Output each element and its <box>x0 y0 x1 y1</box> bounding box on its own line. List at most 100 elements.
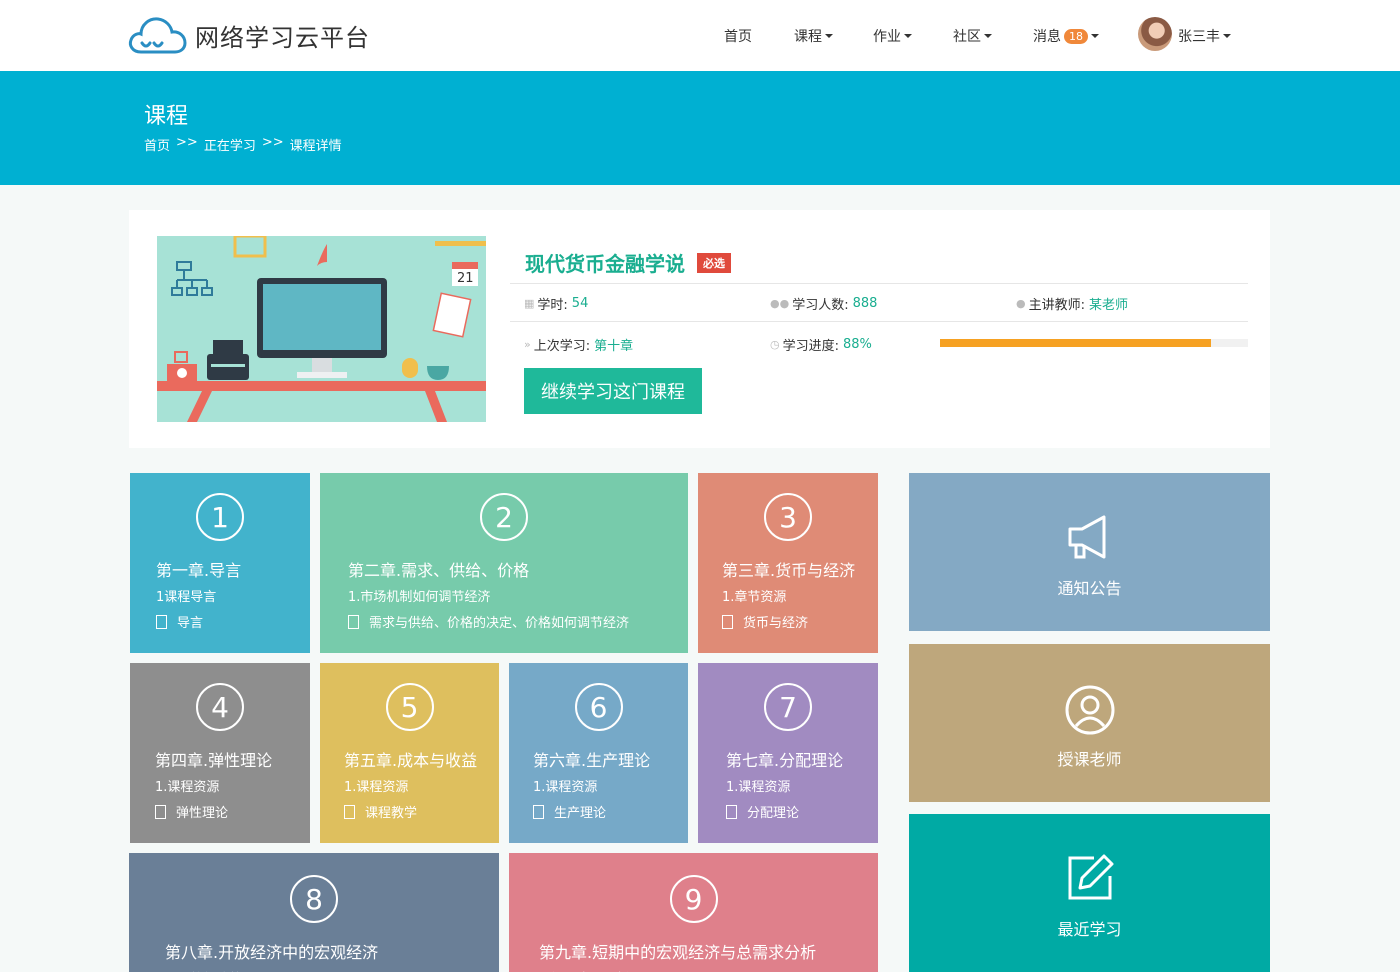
nav-courses-label: 课程 <box>794 29 822 45</box>
chapter-section-link[interactable]: 1.课程资源 <box>155 776 219 795</box>
chapter-section-link[interactable]: 1.课程资源 <box>344 776 408 795</box>
teachers-label: 授课老师 <box>1057 750 1122 769</box>
chapter-number: 5 <box>385 683 434 731</box>
chapter-section-link[interactable]: 1.开放经济简述 <box>165 968 255 972</box>
chapter-title: 第五章.成本与收益 <box>344 751 478 770</box>
chapter-resource-link[interactable]: 分配理论 <box>726 802 799 821</box>
divider <box>510 283 1248 284</box>
course-hours-label: 学时: <box>537 298 568 313</box>
main-nav: 首页 课程 作业 社区 消息 18 张三丰 <box>0 0 1400 71</box>
divider <box>510 321 1248 322</box>
chapter-section-link[interactable]: 1.课程资源 <box>533 776 597 795</box>
course-students-label: 学习人数: <box>792 298 849 313</box>
chapter-tile-9[interactable]: 9 第九章.短期中的宏观经济与总需求分析 1.短期宏观分析 <box>509 853 878 972</box>
chapter-section-link[interactable]: 1课程导言 <box>156 586 216 605</box>
breadcrumb: 首页 >> 正在学习 >> 课程详情 <box>144 135 348 154</box>
chapter-tile-1[interactable]: 1 第一章.导言 1课程导言导言 <box>130 473 310 653</box>
teachers-tile[interactable]: 授课老师 <box>909 644 1270 802</box>
course-students: ●● 学习人数: 888 <box>770 294 877 313</box>
clock-icon: ◷ <box>770 338 780 351</box>
course-hours: ▦ 学时: 54 <box>524 294 588 313</box>
notice-tile[interactable]: 通知公告 <box>909 473 1270 631</box>
course-cover-image: 21 <box>157 236 486 422</box>
calendar-day-text: 21 <box>457 271 474 286</box>
chapter-tile-5[interactable]: 5 第五章.成本与收益 1.课程资源课程教学 <box>320 663 499 843</box>
course-students-value: 888 <box>852 296 878 311</box>
nav-courses[interactable]: 课程 <box>794 26 833 46</box>
nav-messages[interactable]: 消息 18 <box>1033 26 1099 46</box>
chapter-resource-link[interactable]: 导言 <box>156 612 203 631</box>
chapter-title: 第七章.分配理论 <box>726 751 844 770</box>
study-progress: ◷ 学习进度: 88% <box>770 335 872 354</box>
study-progress-label: 学习进度: <box>782 339 839 354</box>
caret-down-icon <box>984 34 992 38</box>
chapter-resource-label: 课程教学 <box>365 806 418 821</box>
caret-down-icon <box>1091 34 1099 38</box>
last-studied-link[interactable]: 第十章 <box>594 335 633 354</box>
breadcrumb-separator: >> <box>261 135 284 150</box>
continue-learning-button[interactable]: 继续学习这门课程 <box>524 368 702 414</box>
calendar-icon: ▦ <box>524 297 535 310</box>
chapter-title: 第一章.导言 <box>156 561 242 580</box>
chapter-number: 8 <box>290 875 338 923</box>
progress-bar-fill <box>940 339 1212 347</box>
user-name: 张三丰 <box>1178 29 1220 45</box>
chapter-resource-link[interactable]: 生产理论 <box>533 802 606 821</box>
chapter-resource-link[interactable]: 货币与经济 <box>722 612 808 631</box>
chapter-resource-label: 需求与供给、价格的决定、价格如何调节经济 <box>369 616 630 631</box>
breadcrumb-separator: >> <box>176 135 198 150</box>
chapter-number: 1 <box>196 493 244 541</box>
top-navbar: 网络学习云平台 首页 课程 作业 社区 消息 18 张三丰 <box>0 0 1400 71</box>
chapter-resource-link[interactable]: 课程教学 <box>344 802 417 821</box>
chapter-section-link[interactable]: 1.章节资源 <box>722 586 786 605</box>
nav-community[interactable]: 社区 <box>953 26 992 46</box>
chapter-section-link[interactable]: 1.市场机制如何调节经济 <box>348 586 490 605</box>
user-circle-icon <box>1065 685 1115 735</box>
last-studied: » 上次学习: 第十章 <box>524 335 633 354</box>
chapter-tile-7[interactable]: 7 第七章.分配理论 1.课程资源 分配理论 <box>698 663 878 843</box>
message-count-badge: 18 <box>1064 28 1088 44</box>
megaphone-icon <box>1068 515 1106 559</box>
edit-pencil-icon <box>1068 854 1114 900</box>
recent-learning-tile[interactable]: 最近学习 <box>909 814 1270 972</box>
chapter-tile-4[interactable]: 4 第四章.弹性理论 1.课程资源 弹性理论 <box>130 663 310 843</box>
nav-homework[interactable]: 作业 <box>873 26 912 46</box>
file-icon <box>348 614 359 629</box>
course-teacher-link[interactable]: 某老师 <box>1089 294 1128 313</box>
chapter-resource-link[interactable]: 需求与供给、价格的决定、价格如何调节经济 <box>348 612 629 631</box>
nav-home[interactable]: 首页 <box>724 26 752 46</box>
chapter-number: 3 <box>764 493 812 541</box>
chapter-tile-3[interactable]: 3 第三章.货币与经济 1.章节资源货币与经济 <box>698 473 878 653</box>
chapter-tile-2[interactable]: 2 第二章.需求、供给、价格 1.市场机制如何调节经济 需求与供给、价格的决定、价格如… <box>320 473 688 653</box>
user-avatar[interactable] <box>1138 17 1172 51</box>
recent-learning-label: 最近学习 <box>1057 920 1122 939</box>
double-chevron-right-icon: » <box>524 338 531 351</box>
chapter-section-link[interactable]: 1.课程资源 <box>726 776 790 795</box>
caret-down-icon <box>1223 34 1231 38</box>
chapter-number: 4 <box>196 683 244 731</box>
course-teacher: ● 主讲教师: 某老师 <box>1016 294 1128 313</box>
breadcrumb-home[interactable]: 首页 <box>144 135 170 154</box>
last-studied-label: 上次学习: <box>533 339 591 354</box>
chapter-section-link[interactable]: 1.短期宏观分析 <box>539 968 629 972</box>
file-icon <box>155 804 166 819</box>
file-icon <box>722 614 733 629</box>
course-name-text: 现代货币金融学说 <box>525 252 685 276</box>
chapter-resource-label: 导言 <box>177 616 204 631</box>
chapter-number: 7 <box>764 683 812 731</box>
file-icon <box>533 804 544 819</box>
course-hours-value: 54 <box>571 296 589 311</box>
nav-user-menu[interactable]: 张三丰 <box>1178 26 1231 46</box>
file-icon <box>344 804 355 819</box>
chapter-resource-link[interactable]: 弹性理论 <box>155 802 228 821</box>
course-title: 现代货币金融学说 必选 <box>525 248 731 277</box>
users-icon: ●● <box>770 297 790 310</box>
chapter-tile-8[interactable]: 8 第八章.开放经济中的宏观经济 1.开放经济简述 <box>129 853 499 972</box>
chapter-tile-6[interactable]: 6 第六章.生产理论 1.课程资源 生产理论 <box>509 663 688 843</box>
breadcrumb-learning[interactable]: 正在学习 <box>204 135 256 154</box>
course-teacher-label: 主讲教师: <box>1028 298 1085 313</box>
chapter-number: 6 <box>574 683 623 731</box>
chapter-title: 第四章.弹性理论 <box>155 751 273 770</box>
nav-community-label: 社区 <box>953 29 981 45</box>
chapter-title: 第三章.货币与经济 <box>722 561 856 580</box>
